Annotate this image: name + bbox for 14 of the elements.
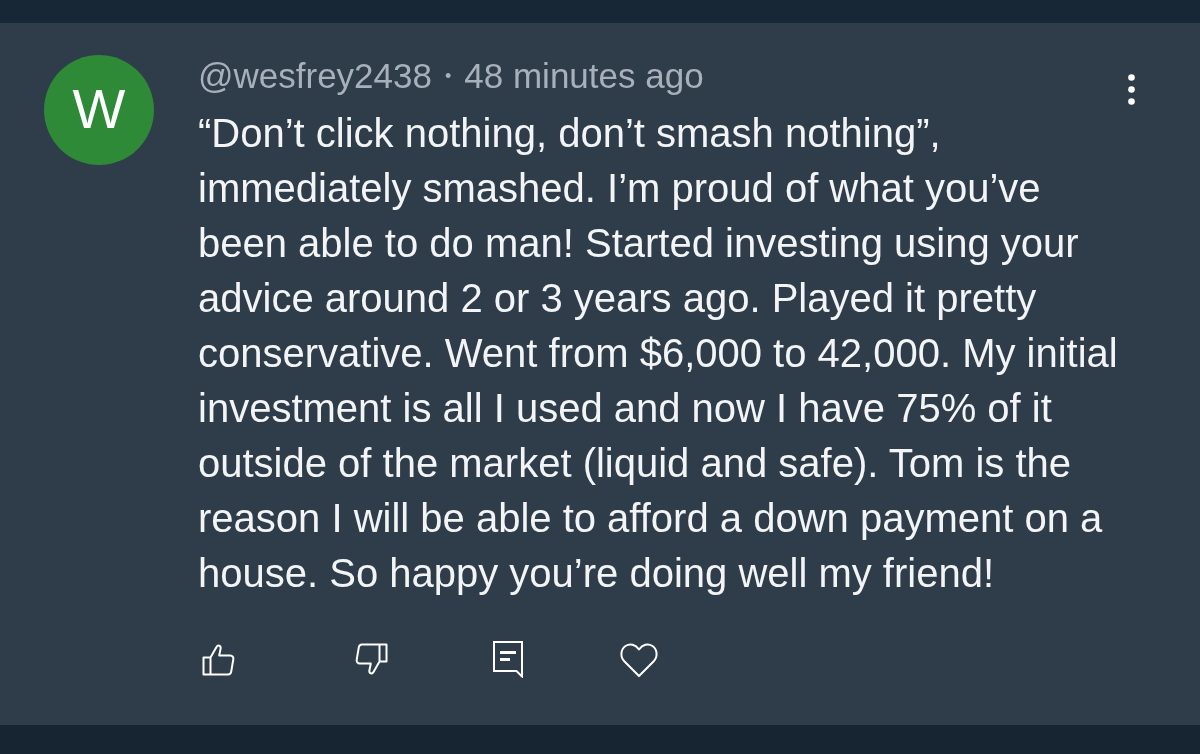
thumbs-down-icon: [355, 643, 388, 676]
comment-text: “Don’t click nothing, don’t smash nothing”, immediately smashed. I’m proud of what you’ve been able to do man! Started investing using your advice around 2 or 3 years ago. Played it pretty conservative. Went from $6,000 to 42,000. My initial investment is all I used and now I have 75% of it outside of the market (liquid and safe). Tom is the reason I will be able to afford a down payment on a house. So happy you’re doing well my friend!: [198, 110, 1119, 597]
comment-time: 48 minutes ago: [464, 56, 704, 96]
author-handle: @wesfrey2438: [198, 56, 432, 96]
speech-bubble-icon: [493, 641, 523, 678]
vertical-dots-icon: [1128, 74, 1135, 105]
like-button[interactable]: [202, 643, 235, 676]
heart-icon: [620, 641, 658, 678]
thumbs-up-icon: [202, 643, 235, 676]
avatar: W: [44, 55, 154, 165]
reply-button[interactable]: [493, 641, 523, 678]
dislike-button[interactable]: [355, 643, 388, 676]
heart-button[interactable]: [620, 641, 658, 678]
separator-bullet: •: [445, 65, 452, 88]
